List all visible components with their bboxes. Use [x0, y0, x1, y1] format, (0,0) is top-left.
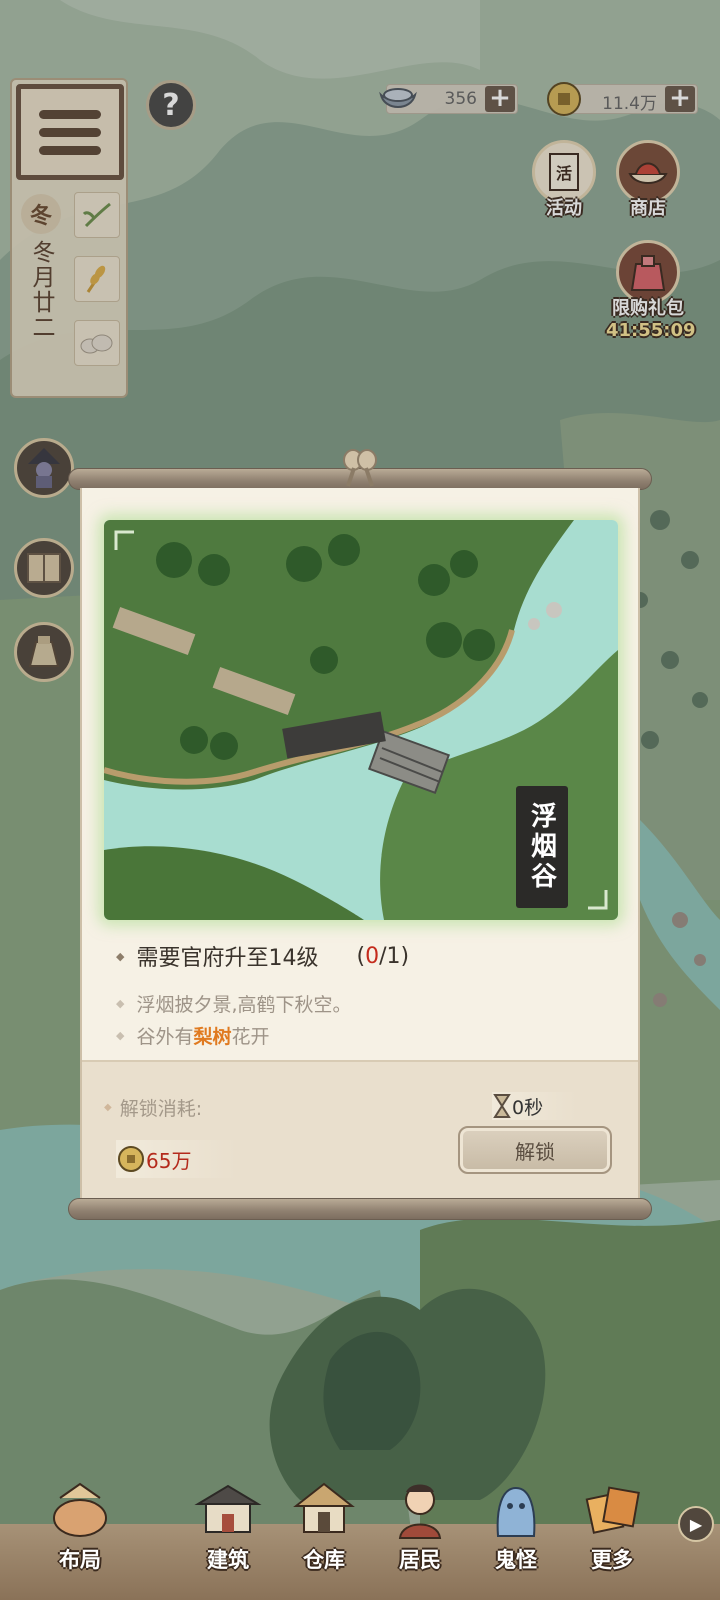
layout-icon [53, 1482, 107, 1537]
nav-expand-arrow-icon[interactable]: ▶ [678, 1506, 714, 1542]
resident-icon [398, 1484, 442, 1539]
warehouse-icon [293, 1482, 355, 1533]
highlight-pear-tree: 梨树 [193, 1026, 232, 1048]
nav-item-building[interactable]: 建筑 [184, 1460, 272, 1600]
requirement-row: ◆ 需要官府升至14级 (0/1) [116, 940, 409, 972]
unlock-time: 0秒 [492, 1092, 576, 1120]
nav-item-ghost[interactable]: 鬼怪 [472, 1460, 560, 1600]
description-line-1: ◆ 浮烟披夕景,高鹤下秋空。 [116, 994, 352, 1016]
requirement-progress: (0/1) [356, 943, 410, 969]
hourglass-icon [493, 1094, 511, 1118]
nav-item-more[interactable]: 更多 [568, 1460, 656, 1600]
nav-item-resident[interactable]: 居民 [376, 1460, 464, 1600]
coin-cost: 65万 [116, 1140, 236, 1178]
coin-icon [118, 1146, 144, 1172]
ghost-icon [496, 1486, 536, 1537]
nav-item-layout[interactable]: 布局 [36, 1460, 124, 1600]
bullet-diamond-icon: ◆ [116, 997, 125, 1010]
bullet-diamond-icon: ◆ [116, 1029, 125, 1042]
nav-item-warehouse[interactable]: 仓库 [280, 1460, 368, 1600]
bottom-navigation: 布局 建筑 仓库 居民 鬼怪 更多 ▶ [0, 1460, 720, 1600]
bullet-diamond-icon: ◆ [116, 949, 125, 963]
area-preview-image: 浮烟谷 [104, 520, 618, 920]
place-name-tag: 浮烟谷 [516, 786, 568, 908]
unlock-area-dialog: 浮烟谷 ◆ 需要官府升至14级 (0/1) ◆ 浮烟披夕景,高鹤下秋空。 ◆ 谷… [80, 488, 640, 1200]
more-icon [585, 1486, 640, 1534]
cost-label: ◆ 解锁消耗: [104, 1098, 203, 1120]
building-icon [194, 1484, 262, 1533]
scroll-bottom-roller [68, 1198, 652, 1220]
description-line-2: ◆ 谷外有 梨树 花开 [116, 1022, 270, 1049]
unlock-cost-section: ◆ 解锁消耗: 0秒 65万 解锁 [82, 1060, 638, 1200]
requirement-text: 需要官府升至14级 [136, 946, 319, 971]
unlock-button[interactable]: 解锁 [458, 1126, 612, 1174]
scroll-knot-icon [343, 449, 377, 487]
